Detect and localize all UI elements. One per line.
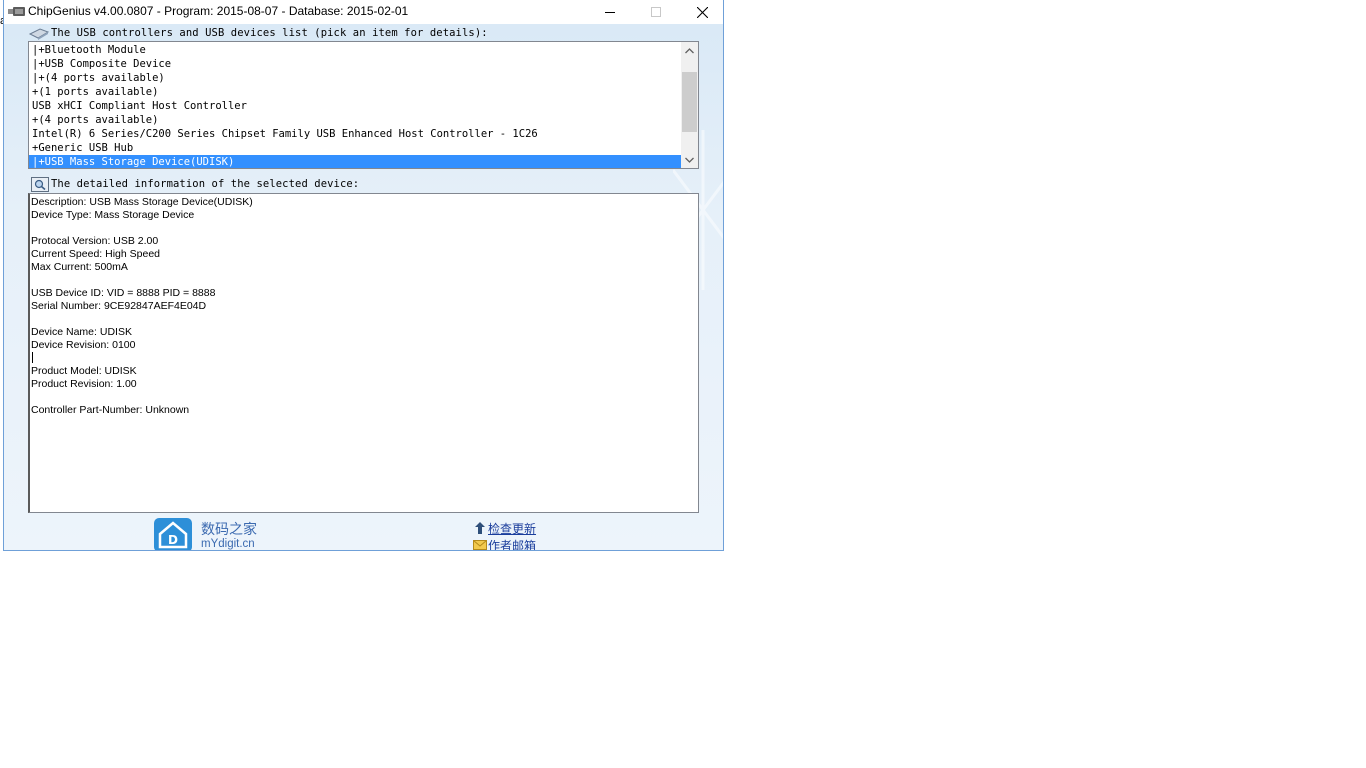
- detail-line: Max Current: 500mA: [31, 261, 128, 273]
- title-bar: ChipGenius v4.00.0807 - Program: 2015-08…: [4, 0, 723, 24]
- device-list-rows: |+Bluetooth Module |+USB Composite Device…: [29, 43, 681, 168]
- chevron-up-icon: [685, 47, 694, 53]
- detail-line: Product Revision: 1.00: [31, 378, 137, 390]
- device-list-item[interactable]: |+USB Mass Storage Device(UDISK): [29, 155, 681, 168]
- magnifier-info-icon: [31, 177, 49, 192]
- site-name-cn[interactable]: 数码之家: [201, 519, 257, 539]
- device-list-item[interactable]: +(1 ports available): [29, 85, 681, 99]
- svg-text:D: D: [168, 533, 178, 547]
- detail-line: Serial Number: 9CE92847AEF4E04D: [31, 300, 207, 312]
- device-list-label: The USB controllers and USB devices list…: [51, 27, 488, 39]
- close-icon: [696, 6, 708, 18]
- detail-line: Controller Part-Number: Unknown: [31, 404, 190, 416]
- device-list-scrollbar[interactable]: [681, 42, 698, 168]
- detail-line: Product Model: UDISK: [31, 365, 137, 377]
- mydigit-logo-icon[interactable]: D: [154, 518, 192, 551]
- window-title: ChipGenius v4.00.0807 - Program: 2015-08…: [28, 4, 409, 18]
- detail-line: Protocal Version: USB 2.00: [31, 235, 159, 247]
- text-caret: [32, 352, 33, 363]
- detail-label: The detailed information of the selected…: [51, 178, 360, 190]
- scroll-thumb[interactable]: [682, 72, 697, 132]
- scroll-up-button[interactable]: [681, 42, 698, 59]
- minimize-button[interactable]: [587, 0, 633, 24]
- detail-line: Device Revision: 0100: [31, 339, 136, 351]
- device-list-item[interactable]: Intel(R) 6 Series/C200 Series Chipset Fa…: [29, 127, 681, 141]
- maximize-icon: [651, 7, 661, 17]
- detail-line: Current Speed: High Speed: [31, 248, 160, 260]
- device-detail-textbox[interactable]: Description: USB Mass Storage Device(UDI…: [28, 193, 699, 513]
- chevron-down-icon: [685, 157, 694, 163]
- detail-line: Device Type: Mass Storage Device: [31, 209, 195, 221]
- usb-device-list[interactable]: |+Bluetooth Module |+USB Composite Device…: [28, 41, 699, 169]
- close-button[interactable]: [679, 0, 723, 24]
- minimize-icon: [605, 12, 615, 13]
- detail-line: Device Name: UDISK: [31, 326, 132, 338]
- device-list-item[interactable]: +Generic USB Hub: [29, 141, 681, 155]
- device-list-item[interactable]: |+Bluetooth Module: [29, 43, 681, 57]
- usb-list-icon: [28, 28, 50, 40]
- maximize-button[interactable]: [633, 0, 679, 24]
- usb-drive-app-icon: [8, 7, 25, 16]
- scroll-down-button[interactable]: [681, 151, 698, 168]
- site-url[interactable]: mYdigit.cn: [201, 538, 255, 550]
- device-list-item[interactable]: |+USB Composite Device: [29, 57, 681, 71]
- detail-line: USB Device ID: VID = 8888 PID = 8888: [31, 287, 216, 299]
- update-arrow-icon: [475, 522, 485, 534]
- device-list-item[interactable]: |+(4 ports available): [29, 71, 681, 85]
- device-list-item[interactable]: +(4 ports available): [29, 113, 681, 127]
- envelope-icon: [473, 540, 487, 550]
- check-update-link[interactable]: 检查更新: [488, 520, 536, 537]
- chipgenius-window: ChipGenius v4.00.0807 - Program: 2015-08…: [3, 0, 724, 551]
- device-list-item[interactable]: USB xHCI Compliant Host Controller: [29, 99, 681, 113]
- author-email-link[interactable]: 作者邮箱: [488, 537, 536, 550]
- detail-line: Description: USB Mass Storage Device(UDI…: [31, 196, 253, 208]
